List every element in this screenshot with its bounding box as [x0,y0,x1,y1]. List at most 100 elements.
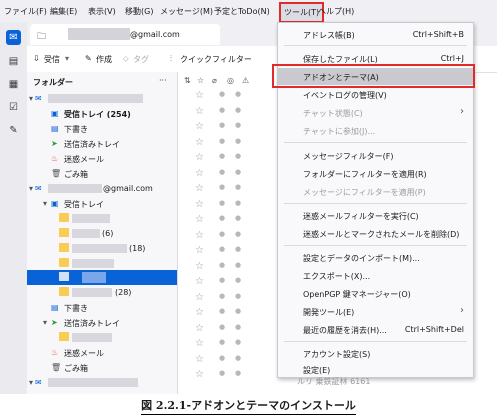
account-2[interactable]: ▾ ✉ @gmail.com [27,181,177,196]
read-status-icon[interactable]: ● [219,230,225,238]
menu-item-run-junk-controls[interactable]: 迷惑メールフィルターを実行(C) [278,207,473,224]
menu-item-clear-history[interactable]: 最近の履歴を消去(H)... Ctrl+Shift+Del [278,321,473,338]
message-row[interactable]: ☆ ● ● [178,323,278,338]
menu-item-apply-filters-message[interactable]: メッセージにフィルターを適用(P) [278,183,473,200]
account-3[interactable]: ▾ ✉ [27,375,177,390]
junk-status-icon[interactable]: ● [235,121,241,129]
star-icon[interactable]: ☆ [195,183,204,194]
star-icon[interactable]: ☆ [195,168,204,179]
menu-edit[interactable]: 編集(E) [50,6,77,17]
folder-drafts[interactable]: ▤ 下書き [27,300,177,315]
folder-spam[interactable]: ♨ 迷惑メール [27,151,177,166]
read-status-icon[interactable]: ● [219,307,225,315]
star-icon[interactable]: ☆ [195,121,204,132]
subfolder[interactable]: (28) [27,285,177,300]
chevron-down-icon[interactable]: ▾ [29,184,33,193]
message-row[interactable]: ☆ ● ● [178,121,278,136]
message-row[interactable]: ☆ ● ● [178,292,278,307]
star-icon[interactable]: ☆ [195,369,204,380]
message-row[interactable]: ☆ ● ● [178,199,278,214]
star-icon[interactable]: ☆ [195,137,204,148]
message-row[interactable]: ☆ ● ● [178,90,278,105]
tag-button[interactable]: タグ [133,54,149,65]
junk-status-icon[interactable]: ● [235,261,241,269]
junk-status-icon[interactable]: ● [235,230,241,238]
message-row[interactable]: ☆ ● ● [178,230,278,245]
chevron-down-icon[interactable]: ▾ [43,318,47,327]
junk-status-icon[interactable]: ● [235,152,241,160]
chevron-down-icon[interactable]: ▾ [65,54,69,63]
folder-sent[interactable]: ▾ ➤ 送信済みトレイ [27,315,177,330]
read-status-icon[interactable]: ● [219,245,225,253]
message-row[interactable]: ☆ ● ● [178,168,278,183]
read-status-icon[interactable]: ● [219,214,225,222]
menu-item-chat-status[interactable]: チャット状態(C) › [278,104,473,121]
menu-item-apply-filters-folder[interactable]: フォルダーにフィルターを適用(R) [278,165,473,182]
junk-status-icon[interactable]: ● [235,214,241,222]
junk-status-icon[interactable]: ● [235,137,241,145]
star-icon[interactable]: ☆ [195,354,204,365]
menu-item-import[interactable]: 設定とデータのインポート(M)... [278,249,473,266]
junk-status-icon[interactable]: ● [235,292,241,300]
message-row[interactable]: ☆ ● ● [178,183,278,198]
folder-inbox[interactable]: ▣ 受信トレイ (254) [27,106,177,121]
menu-view[interactable]: 表示(V) [88,6,116,17]
menu-item-account-settings[interactable]: アカウント設定(S) [278,345,473,362]
menu-item-activity-manager[interactable]: イベントログの管理(V) [278,86,473,103]
message-row[interactable]: ☆ ● ● [178,354,278,369]
junk-status-icon[interactable]: ● [235,183,241,191]
subfolder[interactable] [27,330,177,345]
junk-status-icon[interactable]: ● [235,323,241,331]
read-status-icon[interactable]: ● [219,90,225,98]
chevron-down-icon[interactable]: ▾ [43,199,47,208]
message-row[interactable]: ☆ ● ● [178,261,278,276]
junk-status-icon[interactable]: ● [235,245,241,253]
menu-message[interactable]: メッセージ(M) [160,6,213,17]
folder-drafts[interactable]: ▤ 下書き [27,121,177,136]
read-status-icon[interactable]: ● [219,199,225,207]
compose-button[interactable]: 作成 [96,54,112,65]
star-icon[interactable]: ☆ [195,106,204,117]
read-column-icon[interactable]: ◎ [227,76,234,85]
menu-file[interactable]: ファイル(F) [4,6,47,17]
star-icon[interactable]: ☆ [195,261,204,272]
junk-column-icon[interactable]: ⚠ [242,76,249,85]
menu-item-address-book[interactable]: アドレス帳(B) Ctrl+Shift+B [278,26,473,43]
message-row[interactable]: ☆ ● ● [178,245,278,260]
message-row[interactable]: ☆ ● ● [178,338,278,353]
junk-status-icon[interactable]: ● [235,276,241,284]
folder-trash[interactable]: 🗑 ごみ箱 [27,166,177,181]
menu-item-openpgp[interactable]: OpenPGP 鍵マネージャー(O) [278,285,473,302]
star-icon[interactable]: ☆ [195,152,204,163]
star-icon[interactable]: ☆ [195,90,204,101]
menu-help[interactable]: ヘルプ(H) [318,6,354,17]
read-status-icon[interactable]: ● [219,338,225,346]
read-status-icon[interactable]: ● [219,168,225,176]
menu-go[interactable]: 移動(G) [125,6,153,17]
tab-mail[interactable]: 🗀 @gmail.com [30,24,220,45]
subfolder[interactable] [27,211,177,226]
calendar-icon[interactable]: ▦ [6,77,21,92]
subfolder[interactable] [27,256,177,271]
folder-trash[interactable]: 🗑 ごみ箱 [27,360,177,375]
folder-inbox[interactable]: ▾ ▣ 受信トレイ [27,196,177,211]
star-icon[interactable]: ☆ [195,276,204,287]
read-status-icon[interactable]: ● [219,152,225,160]
junk-status-icon[interactable]: ● [235,338,241,346]
read-status-icon[interactable]: ● [219,137,225,145]
message-row[interactable]: ☆ ● ● [178,214,278,229]
menu-item-developer-tools[interactable]: 開発ツール(E) › [278,303,473,320]
message-row[interactable]: ☆ ● ● [178,276,278,291]
read-status-icon[interactable]: ● [219,354,225,362]
message-row[interactable]: ☆ ● ● [178,106,278,121]
message-row[interactable]: ☆ ● ● [178,307,278,322]
read-status-icon[interactable]: ● [219,183,225,191]
read-status-icon[interactable]: ● [219,106,225,114]
star-icon[interactable]: ☆ [195,199,204,210]
folder-spam[interactable]: ♨ 迷惑メール [27,345,177,360]
attachment-column-icon[interactable]: ⌀ [212,76,217,85]
chat-icon[interactable]: ✎ [6,123,21,138]
read-status-icon[interactable]: ● [219,276,225,284]
account-1[interactable]: ▾ ✉ [27,91,177,106]
chevron-right-icon[interactable]: ▾ [29,378,33,387]
